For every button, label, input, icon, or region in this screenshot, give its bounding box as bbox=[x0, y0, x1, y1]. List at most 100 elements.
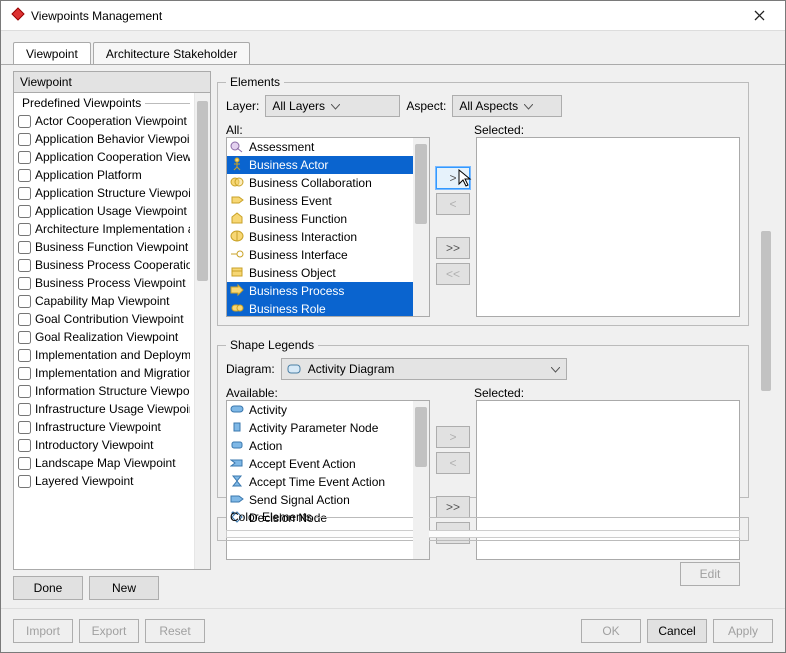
viewpoint-checkbox[interactable] bbox=[18, 277, 31, 290]
viewpoint-checkbox[interactable] bbox=[18, 367, 31, 380]
elements-selected-listbox[interactable] bbox=[476, 137, 740, 317]
shape-item-label: Accept Event Action bbox=[249, 457, 356, 471]
element-list-item[interactable]: Business Interaction bbox=[227, 228, 413, 246]
element-list-item[interactable]: Assessment bbox=[227, 138, 413, 156]
element-item-label: Business Function bbox=[249, 212, 347, 226]
viewpoint-item[interactable]: Capability Map Viewpoint bbox=[18, 292, 190, 310]
viewpoint-item-label: Application Usage Viewpoint bbox=[35, 204, 187, 218]
viewpoint-item[interactable]: Business Process Viewpoint bbox=[18, 274, 190, 292]
viewpoint-item[interactable]: Application Cooperation Viewp... bbox=[18, 148, 190, 166]
viewpoint-checkbox[interactable] bbox=[18, 403, 31, 416]
viewpoint-item[interactable]: Application Behavior Viewpoint bbox=[18, 130, 190, 148]
viewpoint-checkbox[interactable] bbox=[18, 259, 31, 272]
element-list-item[interactable]: Business Actor bbox=[227, 156, 413, 174]
elements-all-scrollbar[interactable] bbox=[413, 138, 429, 316]
shape-list-item[interactable]: Activity Parameter Node bbox=[227, 419, 413, 437]
export-button[interactable]: Export bbox=[79, 619, 139, 643]
shapes-add-button[interactable]: > bbox=[436, 426, 470, 448]
send-icon bbox=[230, 492, 244, 509]
shape-list-item[interactable]: Send Signal Action bbox=[227, 491, 413, 509]
viewpoint-item[interactable]: Implementation and Migration V... bbox=[18, 364, 190, 382]
viewpoint-item[interactable]: Application Platform bbox=[18, 166, 190, 184]
element-list-item[interactable]: Business Event bbox=[227, 192, 413, 210]
viewpoint-item-label: Layered Viewpoint bbox=[35, 474, 134, 488]
viewpoint-checkbox[interactable] bbox=[18, 115, 31, 128]
viewpoints-scrollbar[interactable] bbox=[194, 93, 210, 569]
viewpoint-item[interactable]: Architecture Implementation an... bbox=[18, 220, 190, 238]
viewpoint-item[interactable]: Introductory Viewpoint bbox=[18, 436, 190, 454]
layer-select[interactable]: All Layers bbox=[265, 95, 400, 117]
time-icon bbox=[230, 474, 244, 491]
ok-button[interactable]: OK bbox=[581, 619, 641, 643]
viewpoint-item-label: Actor Cooperation Viewpoint bbox=[35, 114, 187, 128]
edit-button[interactable]: Edit bbox=[680, 562, 740, 586]
viewpoint-checkbox[interactable] bbox=[18, 439, 31, 452]
viewpoint-item[interactable]: Application Structure Viewpoint bbox=[18, 184, 190, 202]
element-list-item[interactable]: Business Role bbox=[227, 300, 413, 316]
add-button[interactable]: > bbox=[436, 167, 470, 189]
element-list-item[interactable]: Business Object bbox=[227, 264, 413, 282]
add-all-button[interactable]: >> bbox=[436, 237, 470, 259]
shape-list-item[interactable]: Activity bbox=[227, 401, 413, 419]
viewpoint-item[interactable]: Business Process Cooperation... bbox=[18, 256, 190, 274]
right-panel-scrollbar[interactable] bbox=[759, 71, 773, 600]
chevron-down-icon bbox=[551, 362, 560, 376]
action-icon bbox=[230, 438, 244, 455]
viewpoint-checkbox[interactable] bbox=[18, 187, 31, 200]
viewpoint-item[interactable]: Implementation and Deploymen... bbox=[18, 346, 190, 364]
shapes-remove-button[interactable]: < bbox=[436, 452, 470, 474]
viewpoint-checkbox[interactable] bbox=[18, 133, 31, 146]
viewpoint-item[interactable]: Goal Realization Viewpoint bbox=[18, 328, 190, 346]
remove-all-button[interactable]: << bbox=[436, 263, 470, 285]
diagram-select[interactable]: Activity Diagram bbox=[281, 358, 567, 380]
shapes-available-scrollbar[interactable] bbox=[413, 401, 429, 559]
viewpoint-item[interactable]: Actor Cooperation Viewpoint bbox=[18, 112, 190, 130]
close-button[interactable] bbox=[739, 3, 779, 29]
viewpoint-checkbox[interactable] bbox=[18, 349, 31, 362]
viewpoint-checkbox[interactable] bbox=[18, 385, 31, 398]
element-list-item[interactable]: Business Collaboration bbox=[227, 174, 413, 192]
viewpoint-checkbox[interactable] bbox=[18, 151, 31, 164]
element-list-item[interactable]: Business Process bbox=[227, 282, 413, 300]
viewpoint-checkbox[interactable] bbox=[18, 457, 31, 470]
done-button[interactable]: Done bbox=[13, 576, 83, 600]
viewpoint-checkbox[interactable] bbox=[18, 223, 31, 236]
viewpoint-checkbox[interactable] bbox=[18, 241, 31, 254]
viewpoint-item[interactable]: Landscape Map Viewpoint bbox=[18, 454, 190, 472]
shape-list-item[interactable]: Accept Event Action bbox=[227, 455, 413, 473]
viewpoint-item[interactable]: Layered Viewpoint bbox=[18, 472, 190, 490]
viewpoint-item[interactable]: Information Structure Viewpoint bbox=[18, 382, 190, 400]
viewpoint-heading: Viewpoint bbox=[13, 71, 211, 93]
elements-all-listbox[interactable]: Assessment Business Actor Business Collabo… bbox=[226, 137, 430, 317]
reset-button[interactable]: Reset bbox=[145, 619, 205, 643]
accept-icon bbox=[230, 456, 244, 473]
element-list-item[interactable]: Business Interface bbox=[227, 246, 413, 264]
element-item-label: Business Actor bbox=[249, 158, 328, 172]
shape-list-item[interactable]: Accept Time Event Action bbox=[227, 473, 413, 491]
viewpoint-checkbox[interactable] bbox=[18, 331, 31, 344]
viewpoint-item-label: Goal Realization Viewpoint bbox=[35, 330, 178, 344]
viewpoint-item[interactable]: Infrastructure Usage Viewpoint bbox=[18, 400, 190, 418]
shape-list-item[interactable]: Action bbox=[227, 437, 413, 455]
tab-stakeholder[interactable]: Architecture Stakeholder bbox=[93, 42, 250, 65]
element-list-item[interactable]: Business Function bbox=[227, 210, 413, 228]
predefined-viewpoints-list[interactable]: Predefined Viewpoints Actor Cooperation … bbox=[14, 93, 194, 569]
viewpoint-item[interactable]: Application Usage Viewpoint bbox=[18, 202, 190, 220]
tab-viewpoint[interactable]: Viewpoint bbox=[13, 42, 91, 65]
remove-button[interactable]: < bbox=[436, 193, 470, 215]
apply-button[interactable]: Apply bbox=[713, 619, 773, 643]
viewpoint-checkbox[interactable] bbox=[18, 295, 31, 308]
viewpoint-checkbox[interactable] bbox=[18, 169, 31, 182]
viewpoint-checkbox[interactable] bbox=[18, 313, 31, 326]
viewpoint-checkbox[interactable] bbox=[18, 205, 31, 218]
import-button[interactable]: Import bbox=[13, 619, 73, 643]
cancel-button[interactable]: Cancel bbox=[647, 619, 707, 643]
viewpoint-checkbox[interactable] bbox=[18, 421, 31, 434]
new-button[interactable]: New bbox=[89, 576, 159, 600]
viewpoint-checkbox[interactable] bbox=[18, 475, 31, 488]
aspect-select[interactable]: All Aspects bbox=[452, 95, 562, 117]
viewpoint-item[interactable]: Business Function Viewpoint bbox=[18, 238, 190, 256]
viewpoint-item[interactable]: Infrastructure Viewpoint bbox=[18, 418, 190, 436]
viewpoint-item-label: Information Structure Viewpoint bbox=[35, 384, 190, 398]
viewpoint-item[interactable]: Goal Contribution Viewpoint bbox=[18, 310, 190, 328]
